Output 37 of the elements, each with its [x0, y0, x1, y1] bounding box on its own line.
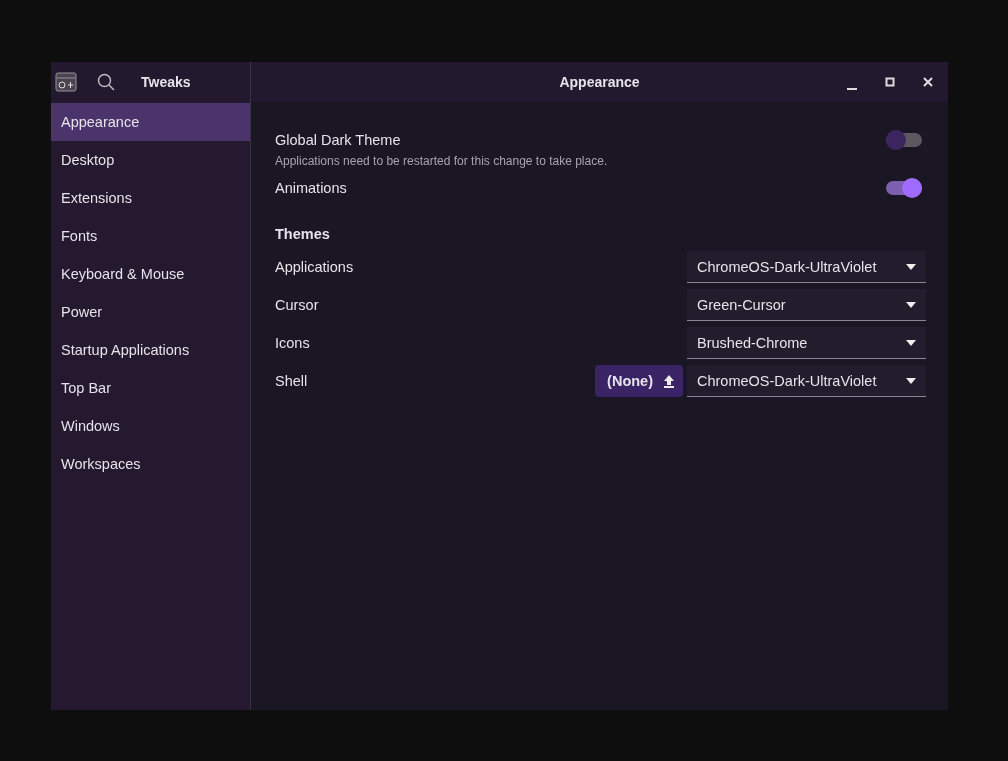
caret-icon [906, 339, 916, 346]
sidebar-item[interactable]: Extensions [51, 179, 250, 217]
sidebar-item[interactable]: Windows [51, 407, 250, 445]
sidebar-item[interactable]: Appearance [51, 103, 250, 141]
sidebar-item[interactable]: Keyboard & Mouse [51, 255, 250, 293]
theme-dropdown[interactable]: Green-Cursor [687, 289, 926, 321]
setting-label: Icons [275, 335, 311, 351]
maximize-icon [885, 77, 895, 87]
theme-dropdown[interactable]: ChromeOS-Dark-UltraViolet [687, 251, 926, 283]
app-title: Tweaks [141, 74, 191, 90]
setting-description: Applications need to be restarted for this change to take place. [275, 154, 608, 168]
sidebar-item[interactable]: Startup Applications [51, 331, 250, 369]
sidebar-item[interactable]: Workspaces [51, 445, 250, 483]
setting-label: Cursor [275, 297, 320, 313]
sidebar-item[interactable]: Desktop [51, 141, 250, 179]
close-icon [923, 77, 933, 87]
setting-label: Animations [275, 180, 347, 196]
sidebar-item[interactable]: Power [51, 293, 250, 331]
toggle-switch[interactable] [886, 130, 922, 150]
sidebar-item[interactable]: Top Bar [51, 369, 250, 407]
setting-label: Global Dark Theme [275, 132, 402, 148]
theme-dropdown[interactable]: Brushed-Chrome [687, 327, 926, 359]
reset-button[interactable]: (None) [595, 365, 683, 397]
caret-icon [906, 263, 916, 270]
app-icon [55, 72, 77, 92]
window-title: Appearance [559, 74, 640, 90]
section-heading: Themes [275, 226, 331, 242]
upload-icon [663, 374, 675, 388]
setting-label: Shell [275, 373, 309, 389]
sidebar-item[interactable]: Fonts [51, 217, 250, 255]
setting-label: Applications [275, 259, 355, 275]
theme-dropdown[interactable]: ChromeOS-Dark-UltraViolet [687, 365, 926, 397]
caret-icon [906, 301, 916, 308]
caret-icon [906, 377, 916, 384]
search-icon[interactable] [97, 73, 115, 91]
minimize-icon [847, 88, 857, 90]
toggle-switch[interactable] [886, 178, 922, 198]
